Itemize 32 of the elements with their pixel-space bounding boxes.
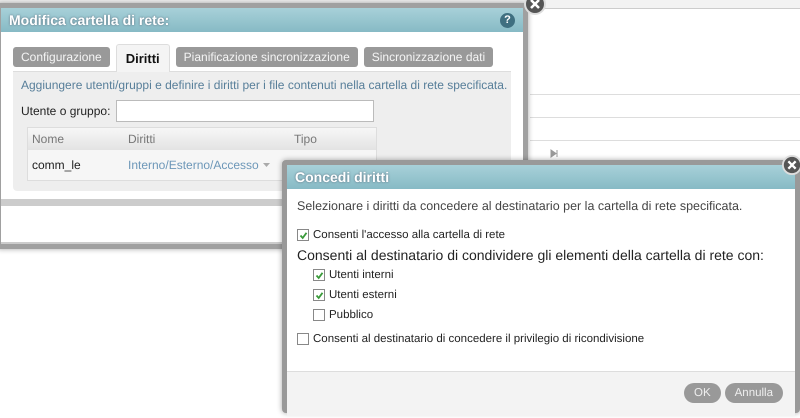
section-heading: Consenti al destinatario di condividere gli elementi della cartella di rete con: bbox=[297, 247, 765, 263]
tab[interactable]: Diritti bbox=[116, 44, 170, 72]
tab[interactable]: Configurazione bbox=[13, 47, 110, 67]
checkbox-label: Utenti esterni bbox=[329, 289, 397, 301]
dialog-title: Modifica cartella di rete: bbox=[9, 12, 170, 28]
column-header: Nome bbox=[31, 132, 66, 146]
dialog-button[interactable]: OK bbox=[684, 383, 721, 403]
checkbox[interactable] bbox=[297, 333, 309, 345]
checkbox-label: Pubblico bbox=[329, 309, 374, 321]
field-label: Utente o gruppo: bbox=[21, 104, 110, 118]
dialog-title: Concedi diritti bbox=[295, 169, 390, 185]
last-page-icon[interactable] bbox=[550, 149, 559, 158]
description-text: Aggiungere utenti/gruppi e definire i diritti per i file contenuti nella cartella di rete specificata. bbox=[21, 78, 505, 92]
help-button[interactable]: ? bbox=[500, 12, 515, 28]
rights-dropdown[interactable]: Interno/Esterno/Accesso bbox=[128, 158, 294, 172]
checkbox[interactable] bbox=[313, 269, 325, 281]
checkbox[interactable] bbox=[297, 229, 309, 241]
checkbox[interactable] bbox=[313, 289, 325, 301]
tab[interactable]: Pianificazione sincronizzazione bbox=[176, 47, 358, 67]
input-field[interactable] bbox=[116, 100, 374, 122]
caret-icon bbox=[262, 163, 270, 167]
dialog-button[interactable]: Annulla bbox=[724, 383, 783, 403]
close-icon[interactable] bbox=[782, 155, 800, 175]
checkbox-label: Consenti l'accesso alla cartella di rete bbox=[313, 229, 506, 241]
checkbox-label: Utenti interni bbox=[329, 269, 394, 281]
description-text: Selezionare i diritti da concedere al destinatario per la cartella di rete specificata. bbox=[297, 199, 744, 213]
checkbox[interactable] bbox=[313, 309, 325, 321]
table-cell-text: comm_le bbox=[31, 158, 82, 172]
checkbox-label: Consenti al destinatario di concedere il privilegio di ricondivisione bbox=[313, 333, 644, 345]
column-header: Tipo bbox=[294, 132, 318, 146]
column-header: Diritti bbox=[128, 132, 156, 146]
tab[interactable]: Sincronizzazione dati bbox=[364, 47, 494, 67]
